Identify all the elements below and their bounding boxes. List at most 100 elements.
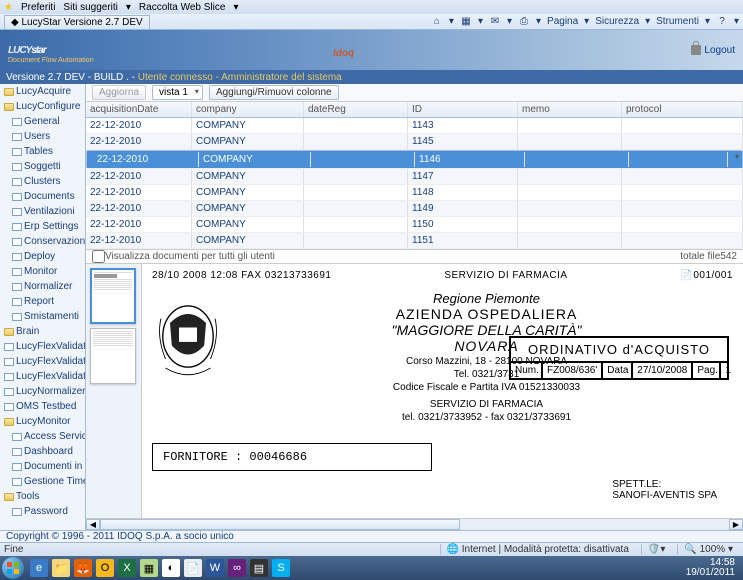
view-select[interactable]: vista 1: [152, 85, 203, 100]
ie-menu-page[interactable]: Pagina: [547, 16, 578, 27]
zoom-control[interactable]: 🔍 100% ▾: [677, 544, 739, 555]
taskbar-vs-icon[interactable]: ∞: [228, 559, 246, 577]
taskbar-explorer-icon[interactable]: 📁: [52, 559, 70, 577]
ie-menu-safety[interactable]: Sicurezza: [595, 16, 639, 27]
tree-item-brain[interactable]: Brain: [0, 324, 85, 339]
col-memo[interactable]: memo: [518, 102, 622, 117]
browser-tab[interactable]: ◆ LucyStar Versione 2.7 DEV: [4, 15, 150, 29]
mail-icon[interactable]: ✉: [489, 16, 501, 28]
col-acquisition-date[interactable]: acquisitionDate: [86, 102, 192, 117]
table-row[interactable]: 22-12-2010COMPANY1145: [86, 134, 743, 150]
tree-item-access-service[interactable]: Access Service: [0, 429, 85, 444]
tree-item-lucymonitor[interactable]: LucyMonitor: [0, 414, 85, 429]
tree-item-documenti-in-errore[interactable]: Documenti in errore: [0, 459, 85, 474]
favorites-star-icon[interactable]: ★: [4, 2, 13, 13]
tree-item-general[interactable]: General: [0, 114, 85, 129]
tree-item-ventilazioni[interactable]: Ventilazioni: [0, 204, 85, 219]
suggested-sites[interactable]: Siti suggeriti: [63, 2, 117, 13]
tree-item-lucyflexvalidationmario[interactable]: LucyFlexValidationMario: [0, 369, 85, 384]
col-protocol[interactable]: protocol: [622, 102, 743, 117]
print-icon[interactable]: ⎙: [518, 16, 530, 28]
taskbar-skype-icon[interactable]: S: [272, 559, 290, 577]
taskbar-editor-icon[interactable]: ▤: [250, 559, 268, 577]
nav-tree[interactable]: LucyAcquireLucyConfigureGeneralUsersTabl…: [0, 84, 86, 530]
tree-item-lucyflexvalidationest[interactable]: LucyFlexValidationEst: [0, 339, 85, 354]
tree-item-report[interactable]: Report: [0, 294, 85, 309]
taskbar-firefox-icon[interactable]: 🦊: [74, 559, 92, 577]
table-row[interactable]: 22-12-2010COMPANY1151: [86, 233, 743, 249]
table-row[interactable]: 22-12-2010COMPANY1147: [86, 169, 743, 185]
tree-item-monitor[interactable]: Monitor: [0, 264, 85, 279]
supplier-box: FORNITORE : 00046686: [152, 443, 432, 471]
tree-item-gestione-timer[interactable]: Gestione Timer: [0, 474, 85, 489]
tree-item-lucyflexvalidationlorenzo[interactable]: LucyFlexValidationLorenzo: [0, 354, 85, 369]
col-company[interactable]: company: [192, 102, 304, 117]
tree-item-clusters[interactable]: Clusters: [0, 174, 85, 189]
ie-menu-tools[interactable]: Strumenti: [656, 16, 699, 27]
tree-item-deploy[interactable]: Deploy: [0, 249, 85, 264]
table-row[interactable]: 22-12-2010COMPANY1143: [86, 118, 743, 134]
tree-item-documents[interactable]: Documents: [0, 189, 85, 204]
scroll-thumb[interactable]: [100, 519, 460, 530]
tree-item-lucyconfigure[interactable]: LucyConfigure: [0, 99, 85, 114]
taskbar-outlook-icon[interactable]: O: [96, 559, 114, 577]
show-all-users-checkbox[interactable]: [92, 250, 105, 263]
refresh-button[interactable]: Aggiorna: [92, 85, 146, 100]
tree-item-tools[interactable]: Tools: [0, 489, 85, 504]
tree-item-conservazione[interactable]: Conservazione: [0, 234, 85, 249]
tree-item-lucynormalizer[interactable]: LucyNormalizer: [0, 384, 85, 399]
home-icon[interactable]: ⌂: [431, 16, 443, 28]
table-row[interactable]: 22-12-2010COMPANY1150: [86, 217, 743, 233]
tree-label: Clusters: [24, 176, 61, 187]
folder-icon: [4, 328, 14, 336]
doc-tel2: tel. 0321/3733952 - fax 0321/3733691: [240, 412, 733, 423]
table-row[interactable]: 22-12-2010COMPANY1149: [86, 201, 743, 217]
protected-mode-icon[interactable]: 🛡️▾: [641, 544, 671, 555]
taskbar-excel-icon[interactable]: X: [118, 559, 136, 577]
tree-item-soggetti[interactable]: Soggetti: [0, 159, 85, 174]
system-tray[interactable]: 14:58 19/01/2011: [686, 558, 741, 578]
feed-icon[interactable]: ▦: [460, 16, 472, 28]
scroll-left-icon[interactable]: ◀: [86, 519, 100, 530]
page-thumbnail[interactable]: [90, 328, 136, 384]
cell-dateReg: [304, 134, 408, 149]
favorites-label[interactable]: Preferiti: [21, 2, 55, 13]
horizontal-scrollbar[interactable]: ◀ ▶: [86, 518, 743, 530]
taskbar-word-icon[interactable]: W: [206, 559, 224, 577]
col-date-reg[interactable]: dateReg: [304, 102, 408, 117]
taskbar-ie-icon[interactable]: e: [30, 559, 48, 577]
tree-label: Conservazione: [24, 236, 86, 247]
tree-item-lucyacquire[interactable]: LucyAcquire: [0, 84, 85, 99]
scroll-right-icon[interactable]: ▶: [729, 519, 743, 530]
tree-item-users[interactable]: Users: [0, 129, 85, 144]
cell-date: 22-12-2010: [86, 233, 192, 248]
folder-icon: [4, 493, 14, 501]
cell-date: 22-12-2010: [86, 118, 192, 133]
tree-item-dashboard[interactable]: Dashboard: [0, 444, 85, 459]
help-icon[interactable]: ?: [716, 16, 728, 28]
doc-icon: [12, 463, 22, 471]
taskbar-app-icon[interactable]: ▦: [140, 559, 158, 577]
doc-icon: [12, 253, 22, 261]
folder-icon: [4, 103, 14, 111]
cell-id: 1148: [408, 185, 518, 200]
grid-footer: Visualizza documenti per tutti gli utent…: [86, 249, 743, 263]
tree-item-tables[interactable]: Tables: [0, 144, 85, 159]
taskbar-notepad-icon[interactable]: 📄: [184, 559, 202, 577]
idoq-logo: Idoq: [333, 36, 393, 64]
table-row[interactable]: 22-12-2010COMPANY1146: [86, 150, 743, 169]
cell-date: 22-12-2010: [86, 185, 192, 200]
columns-button[interactable]: Aggiungi/Rimuovi colonne: [209, 85, 339, 100]
tree-item-password[interactable]: Password: [0, 504, 85, 519]
tree-item-smistamenti[interactable]: Smistamenti: [0, 309, 85, 324]
tree-item-erp-settings[interactable]: Erp Settings: [0, 219, 85, 234]
webslice-gallery[interactable]: Raccolta Web Slice: [139, 2, 226, 13]
logout-button[interactable]: Logout: [691, 45, 735, 56]
col-id[interactable]: ID: [408, 102, 518, 117]
tree-item-normalizer[interactable]: Normalizer: [0, 279, 85, 294]
table-row[interactable]: 22-12-2010COMPANY1148: [86, 185, 743, 201]
taskbar-chrome-icon[interactable]: ◐: [162, 559, 180, 577]
start-button[interactable]: [2, 557, 24, 579]
page-thumbnail[interactable]: [90, 268, 136, 324]
tree-item-oms-testbed[interactable]: OMS Testbed: [0, 399, 85, 414]
